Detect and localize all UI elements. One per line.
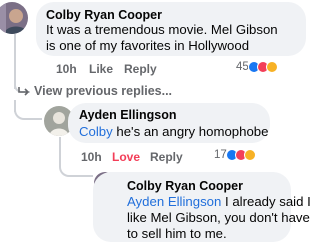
reaction-count: 17 — [214, 149, 227, 161]
thread-elbow — [14, 108, 42, 120]
mention-link[interactable]: Colby — [79, 124, 113, 139]
haha-icon — [243, 149, 256, 161]
love-button[interactable]: Love — [112, 150, 140, 164]
comment-author[interactable]: Colby Ryan Cooper — [46, 8, 162, 22]
view-previous-replies-link[interactable]: View previous replies... — [18, 84, 172, 98]
comment-author[interactable]: Ayden Ellingson — [79, 108, 176, 122]
comment-text-line: It was a tremendous movie. Mel Gibson — [46, 22, 278, 37]
comment-text-line: like Mel Gibson, you don't have — [127, 210, 310, 225]
haha-icon — [265, 61, 278, 73]
comment-text-body: he's an angry homophobe — [112, 124, 269, 139]
reply-button[interactable]: Reply — [124, 62, 157, 76]
view-previous-replies-label: View previous replies... — [34, 84, 173, 98]
comment-text-line: is one of my favorites in Hollywood — [46, 38, 250, 53]
like-button[interactable]: Like — [89, 62, 113, 76]
comment-text: Colby he's an angry homophobe — [79, 124, 268, 140]
comment-time[interactable]: 10h — [81, 150, 102, 164]
comment-text: Ayden Ellingson I already said I like Me… — [127, 194, 311, 242]
comment-text-line: to sell him to me. — [127, 226, 227, 241]
reaction-summary[interactable]: 45 — [236, 61, 278, 73]
mention-link[interactable]: Ayden Ellingson — [127, 194, 221, 209]
avatar-image — [0, 2, 28, 34]
reply-button[interactable]: Reply — [150, 150, 183, 164]
thread-line — [14, 34, 16, 89]
comment-author[interactable]: Colby Ryan Cooper — [127, 179, 243, 193]
comment-time[interactable]: 10h — [56, 62, 77, 76]
comment-text: It was a tremendous movie. Mel Gibson is… — [46, 22, 301, 54]
comment-text-body: I already said I — [221, 194, 311, 209]
reaction-summary[interactable]: 17 — [214, 149, 256, 161]
reply-arrow-icon — [18, 87, 30, 96]
avatar[interactable] — [0, 2, 28, 34]
reaction-count: 45 — [236, 61, 249, 73]
thread-line — [59, 137, 61, 165]
thread-elbow — [59, 163, 93, 177]
